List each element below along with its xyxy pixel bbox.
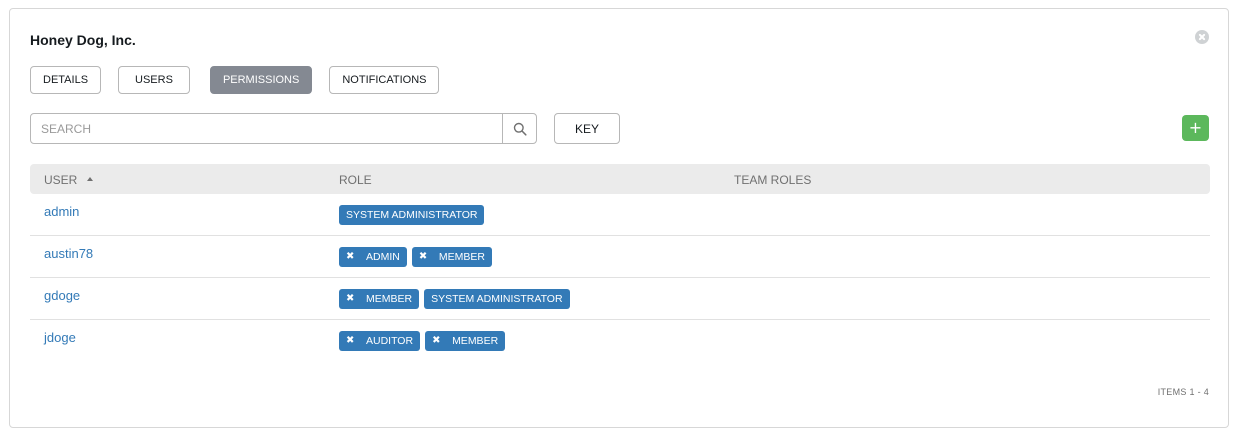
remove-role-icon[interactable]: ✖ xyxy=(419,247,433,267)
key-button[interactable]: KEY xyxy=(554,113,620,144)
role-chip-label: MEMBER xyxy=(366,293,413,305)
table-row: austin78 ✖ ADMIN ✖ MEMBER xyxy=(30,236,1210,278)
role-chip: SYSTEM ADMINISTRATOR xyxy=(339,205,485,225)
user-link[interactable]: gdoge xyxy=(44,288,80,303)
table-header: USER ROLE TEAM ROLES xyxy=(30,164,1210,194)
role-chip-label: SYSTEM ADMINISTRATOR xyxy=(431,293,563,305)
remove-role-icon[interactable]: ✖ xyxy=(346,331,360,351)
page-title: Honey Dog, Inc. xyxy=(30,32,136,48)
tab-bar: DETAILS USERS PERMISSIONS NOTIFICATIONS xyxy=(30,66,456,94)
role-list: ✖ MEMBER SYSTEM ADMINISTRATOR xyxy=(339,289,575,309)
user-link[interactable]: austin78 xyxy=(44,246,93,261)
table-row: jdoge ✖ AUDITOR ✖ MEMBER xyxy=(30,320,1210,362)
role-chip-label: SYSTEM ADMINISTRATOR xyxy=(346,209,478,221)
role-chip: ✖ MEMBER xyxy=(425,331,506,351)
role-chip: ✖ MEMBER xyxy=(339,289,420,309)
role-chip: ✖ ADMIN xyxy=(339,247,407,267)
role-list: SYSTEM ADMINISTRATOR xyxy=(339,205,489,225)
column-header-user[interactable]: USER xyxy=(44,173,94,187)
tab-details[interactable]: DETAILS xyxy=(30,66,102,94)
user-link[interactable]: jdoge xyxy=(44,330,76,345)
role-list: ✖ ADMIN ✖ MEMBER xyxy=(339,247,497,267)
role-chip: ✖ AUDITOR xyxy=(339,331,421,351)
tab-permissions[interactable]: PERMISSIONS xyxy=(209,66,313,94)
remove-role-icon[interactable]: ✖ xyxy=(346,247,360,267)
sort-ascending-icon xyxy=(87,177,94,181)
role-list: ✖ AUDITOR ✖ MEMBER xyxy=(339,331,510,351)
user-link[interactable]: admin xyxy=(44,204,79,219)
close-icon[interactable] xyxy=(1195,30,1209,44)
column-header-role[interactable]: ROLE xyxy=(339,173,372,187)
table-row: admin SYSTEM ADMINISTRATOR xyxy=(30,194,1210,236)
column-header-user-label: USER xyxy=(44,173,78,187)
role-chip: ✖ MEMBER xyxy=(411,247,492,267)
organization-panel: Honey Dog, Inc. DETAILS USERS PERMISSION… xyxy=(9,8,1229,428)
role-chip-label: MEMBER xyxy=(438,251,485,263)
tab-users[interactable]: USERS xyxy=(118,66,190,94)
role-chip-label: ADMIN xyxy=(366,251,400,263)
permissions-table: USER ROLE TEAM ROLES admin SYSTEM ADMINI… xyxy=(30,164,1210,362)
items-count: ITEMS 1 - 4 xyxy=(1157,387,1209,397)
column-header-team-roles[interactable]: TEAM ROLES xyxy=(734,173,811,187)
tab-notifications[interactable]: NOTIFICATIONS xyxy=(329,66,440,94)
role-chip-label: AUDITOR xyxy=(366,335,414,347)
remove-role-icon[interactable]: ✖ xyxy=(432,331,446,351)
role-chip: SYSTEM ADMINISTRATOR xyxy=(424,289,570,309)
role-chip-label: MEMBER xyxy=(452,335,499,347)
search-box xyxy=(30,113,537,144)
add-permission-button[interactable]: + xyxy=(1182,115,1209,141)
search-input[interactable] xyxy=(31,114,502,143)
remove-role-icon[interactable]: ✖ xyxy=(346,289,360,309)
table-row: gdoge ✖ MEMBER SYSTEM ADMINISTRATOR xyxy=(30,278,1210,320)
search-icon xyxy=(513,122,527,136)
search-button[interactable] xyxy=(502,114,536,143)
